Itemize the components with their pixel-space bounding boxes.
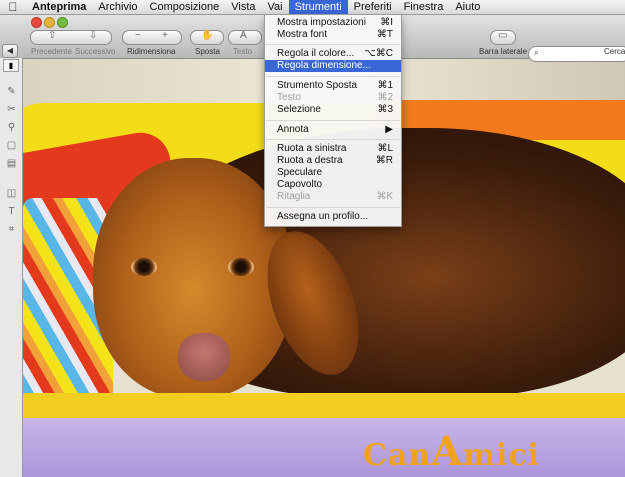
resize-label: Ridimensiona: [127, 47, 176, 56]
bed-logo: CanAmici: [363, 428, 540, 475]
menu-item-assegna-profilo[interactable]: Assegna un profilo...: [265, 211, 401, 223]
plus-icon: +: [162, 30, 168, 41]
dog-left-eye: [131, 258, 157, 276]
text-label: Testo: [233, 47, 253, 56]
menu-strumenti[interactable]: Strumenti: [288, 0, 348, 14]
sidebar-button[interactable]: ▭: [490, 30, 516, 45]
next-label: Successivo: [75, 47, 116, 56]
dog-right-eye: [228, 258, 254, 276]
menu-aiuto[interactable]: Aiuto: [449, 0, 486, 14]
menu-separator: [266, 76, 400, 77]
prev-label: Precedente: [31, 47, 72, 56]
menu-separator: [266, 44, 400, 45]
menu-item-capovolto[interactable]: Capovolto: [265, 179, 401, 191]
menu-finestra[interactable]: Finestra: [398, 0, 450, 14]
text-tool-button[interactable]: A: [228, 30, 262, 45]
move-button[interactable]: ✋: [190, 30, 224, 45]
search-icon: ⌕: [534, 47, 540, 57]
menu-item-selezione[interactable]: Selezione ⌘3: [265, 104, 401, 116]
annotation-sidebar: ▮ ✎ ✂ ⚲ ▢ ▤ ◫ T ⌗: [0, 58, 23, 477]
menu-archivio[interactable]: Archivio: [92, 0, 143, 14]
pin-icon[interactable]: ✎: [6, 86, 17, 97]
search-label: Cerca: [604, 47, 625, 56]
sidebar-toggle-button[interactable]: ◀: [2, 44, 18, 58]
move-label: Sposta: [195, 47, 220, 56]
comment-icon[interactable]: ▤: [6, 158, 17, 169]
menu-vista[interactable]: Vista: [225, 0, 261, 14]
arrow-down-icon: ⇩: [89, 30, 98, 41]
apple-icon[interactable]: : [0, 0, 26, 14]
menu-bar:  Anteprima Archivio Composizione Vista …: [0, 0, 625, 15]
link-icon[interactable]: ⚲: [6, 122, 17, 133]
menu-item-regola-colore[interactable]: Regola il colore... ⌥⌘C: [265, 48, 401, 60]
menu-composizione[interactable]: Composizione: [144, 0, 226, 14]
minimize-window-button[interactable]: [44, 17, 55, 28]
menu-item-ruota-destra[interactable]: Ruota a destra ⌘R: [265, 155, 401, 167]
menu-vai[interactable]: Vai: [262, 0, 289, 14]
resize-control[interactable]: − +: [122, 30, 182, 45]
submenu-arrow-icon: ▶: [385, 124, 393, 135]
shapes-icon[interactable]: ◫: [6, 188, 17, 199]
close-window-button[interactable]: [31, 17, 42, 28]
menu-item-mostra-impostazioni[interactable]: Mostra impostazioni ⌘I: [265, 17, 401, 29]
menu-anteprima[interactable]: Anteprima: [26, 0, 92, 14]
menu-item-ruota-sinistra[interactable]: Ruota a sinistra ⌘L: [265, 143, 401, 155]
note-icon[interactable]: ▢: [6, 140, 17, 151]
menu-item-regola-dimensione[interactable]: Regola dimensione...: [265, 60, 401, 72]
menu-item-speculare[interactable]: Speculare: [265, 167, 401, 179]
menu-item-ritaglia[interactable]: Ritaglia ⌘K: [265, 191, 401, 203]
menu-item-annota[interactable]: Annota ▶: [265, 124, 401, 136]
bookmark-icon[interactable]: ✂: [6, 104, 17, 115]
text-tool-icon: A: [240, 30, 247, 41]
zoom-window-button[interactable]: [57, 17, 68, 28]
strumenti-menu: Mostra impostazioni ⌘I Mostra font ⌘T Rego…: [264, 14, 402, 227]
menu-item-testo[interactable]: Testo ⌘2: [265, 92, 401, 104]
menu-item-mostra-font[interactable]: Mostra font ⌘T: [265, 29, 401, 41]
text-annotation-icon[interactable]: T: [6, 206, 17, 217]
crop-icon[interactable]: ⌗: [6, 224, 17, 235]
minus-icon: −: [135, 30, 141, 41]
hand-icon: ✋: [201, 30, 214, 41]
dog-nose: [178, 333, 230, 381]
prev-next-control[interactable]: ⇧ ⇩: [30, 30, 112, 45]
menu-preferiti[interactable]: Preferiti: [348, 0, 398, 14]
menu-separator: [266, 139, 400, 140]
menu-separator: [266, 207, 400, 208]
sidebar-icon: ▭: [498, 30, 508, 41]
menu-separator: [266, 120, 400, 121]
sidebar-label: Barra laterale: [479, 47, 528, 56]
menu-item-strumento-sposta[interactable]: Strumento Sposta ⌘1: [265, 80, 401, 92]
sidebar-tab[interactable]: ▮: [3, 59, 19, 72]
arrow-up-icon: ⇧: [48, 30, 57, 41]
